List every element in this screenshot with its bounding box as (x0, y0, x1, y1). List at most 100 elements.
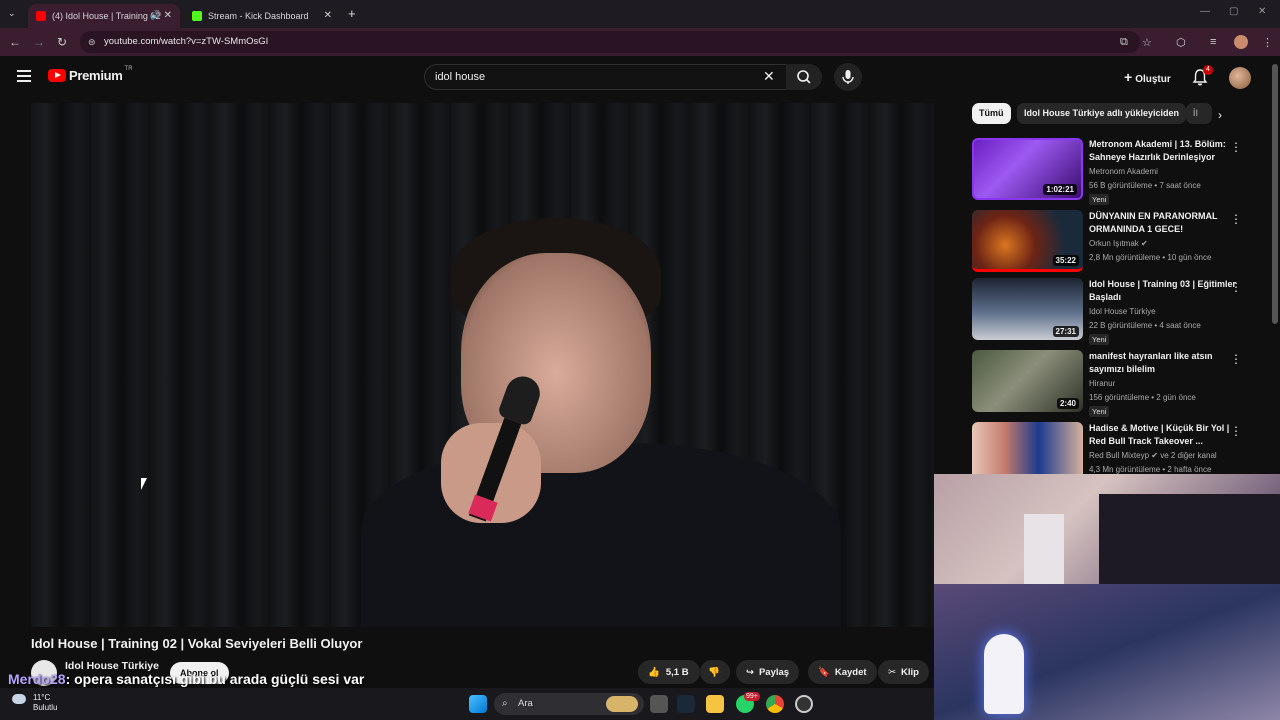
kick-favicon-icon (192, 11, 202, 21)
recommendation-channel[interactable]: Red Bull Mixteyp ✔ ve 2 diğer kanal (1089, 451, 1217, 460)
video-thumbnail[interactable]: 35:22 (972, 210, 1083, 272)
search-input[interactable]: idol house (424, 64, 790, 90)
back-icon[interactable]: ← (9, 35, 21, 49)
duration-badge: 35:22 (1052, 255, 1079, 266)
recommendation-title[interactable]: Idol House | Training 03 | Eğitimler Baş… (1089, 278, 1239, 304)
voice-search-button[interactable] (834, 63, 862, 91)
close-tab-icon[interactable]: ✕ (324, 10, 332, 21)
chip-related[interactable]: İl (1186, 103, 1212, 124)
clear-search-icon[interactable]: ✕ (763, 68, 775, 85)
new-badge: Yeni (1089, 194, 1110, 205)
recommendation-item[interactable]: 27:31 Idol House | Training 03 | Eğitiml… (972, 278, 1262, 346)
reload-icon[interactable]: ↻ (57, 35, 67, 49)
obs-icon[interactable] (795, 695, 813, 713)
webcam-headboard (1099, 494, 1280, 584)
bookmark-star-icon[interactable]: ☆ (1142, 36, 1152, 49)
recommendation-meta: 56 B görüntüleme • 7 saat önce (1089, 181, 1201, 190)
browser-toolbar: ← → ↻ ⊜ youtube.com/watch?v=zTW-SMmOsGI … (0, 28, 1280, 56)
dislike-button[interactable]: 👎 (700, 660, 730, 684)
speaker-icon[interactable]: 🔊 (150, 10, 161, 21)
site-info-icon[interactable]: ⊜ (88, 31, 96, 53)
recommendation-title[interactable]: Hadise & Motive | Küçük Bir Yol | Red Bu… (1089, 422, 1239, 448)
minimize-icon[interactable]: — (1200, 6, 1210, 17)
weather-condition: Bulutlu (33, 703, 58, 712)
recommendation-title[interactable]: manifest hayranları like atsın sayımızı … (1089, 350, 1239, 376)
chevron-right-icon[interactable]: › (1218, 108, 1222, 122)
tab-youtube[interactable]: (4) Idol House | Training 02 🔊 ✕ (28, 4, 180, 28)
profile-avatar-icon[interactable] (1234, 35, 1248, 49)
tab-title: Stream - Kick Dashboard (208, 11, 309, 21)
maximize-icon[interactable]: ▢ (1229, 6, 1238, 17)
tab-kick[interactable]: Stream - Kick Dashboard ✕ (184, 4, 340, 28)
recommendation-item[interactable]: 1:02:21 Metronom Akademi | 13. Bölüm: Sa… (972, 138, 1262, 206)
more-options-icon[interactable]: ⋮ (1230, 140, 1242, 154)
search-value: idol house (435, 71, 486, 83)
share-label: Paylaş (758, 666, 790, 678)
extensions-icon[interactable]: ⬡ (1176, 36, 1186, 49)
more-options-icon[interactable]: ⋮ (1230, 212, 1242, 226)
youtube-play-icon (48, 69, 66, 82)
search-highlight-icon (606, 696, 638, 712)
new-tab-button[interactable]: + (348, 6, 356, 21)
recommendation-meta: 22 B görüntüleme • 4 saat önce (1089, 321, 1201, 330)
recommendation-channel[interactable]: Orkun Işıtmak ✔ (1089, 239, 1148, 248)
file-explorer-icon[interactable] (706, 695, 724, 713)
video-thumbnail[interactable]: 1:02:21 (972, 138, 1083, 200)
more-options-icon[interactable]: ⋮ (1230, 280, 1242, 294)
menu-kebab-icon[interactable]: ⋮ (1262, 36, 1273, 49)
task-view-icon[interactable] (650, 695, 668, 713)
video-thumbnail[interactable]: 2:40 (972, 350, 1083, 412)
url-text: youtube.com/watch?v=zTW-SMmOsGI (104, 36, 269, 47)
hamburger-menu-icon[interactable] (17, 70, 31, 82)
whatsapp-badge: 99+ (744, 692, 760, 701)
taskbar-search[interactable]: ⌕ Ara (494, 693, 644, 715)
chip-uploader[interactable]: Idol House Türkiye adlı yükleyiciden (1017, 103, 1187, 124)
cloud-icon (12, 694, 26, 704)
more-options-icon[interactable]: ⋮ (1230, 424, 1242, 438)
recommendation-item[interactable]: 2:40 manifest hayranları like atsın sayı… (972, 350, 1262, 418)
clip-button[interactable]: ✂ Klip (878, 660, 929, 684)
chip-all[interactable]: Tümü (972, 103, 1011, 124)
new-badge: Yeni (1089, 406, 1110, 417)
recommendation-channel[interactable]: Metronom Akademi (1089, 167, 1158, 176)
media-control-icon[interactable]: ≡ (1210, 36, 1216, 48)
close-tab-icon[interactable]: ✕ (164, 10, 172, 21)
duration-badge: 1:02:21 (1043, 184, 1077, 195)
recommendation-channel[interactable]: Hiranur (1089, 379, 1115, 388)
tab-search-icon[interactable]: ⌄ (8, 8, 16, 19)
search-button[interactable] (786, 64, 822, 90)
like-button[interactable]: 👍 5,1 B (638, 660, 700, 684)
chat-message: : opera sanatçısı gibi bu arada güçlü se… (65, 671, 365, 687)
page-scrollbar[interactable] (1272, 64, 1278, 324)
video-player[interactable] (31, 103, 934, 627)
windows-start-icon[interactable] (469, 695, 487, 713)
forward-icon[interactable]: → (33, 35, 45, 49)
share-button[interactable]: ↪ Paylaş (736, 660, 800, 684)
create-label: Oluştur (1135, 74, 1171, 85)
address-bar[interactable]: ⊜ youtube.com/watch?v=zTW-SMmOsGI (80, 31, 1140, 53)
recommendation-title[interactable]: DÜNYANIN EN PARANORMAL ORMANINDA 1 GECE! (1089, 210, 1239, 236)
mouse-cursor-icon (141, 478, 147, 490)
chrome-icon[interactable] (766, 695, 784, 713)
recommendation-title[interactable]: Metronom Akademi | 13. Bölüm: Sahneye Ha… (1089, 138, 1239, 164)
save-label: Kaydet (834, 666, 867, 678)
bookmark-icon: 🔖 (818, 666, 830, 678)
channel-name-text: Red Bull Mixteyp (1089, 451, 1150, 460)
plus-icon: + (1124, 69, 1133, 85)
account-avatar[interactable] (1229, 67, 1251, 89)
recommendation-item[interactable]: 35:22 DÜNYANIN EN PARANORMAL ORMANINDA 1… (972, 210, 1262, 278)
create-button[interactable]: + Oluştur (1116, 64, 1179, 90)
close-window-icon[interactable]: ✕ (1258, 6, 1266, 17)
thumbs-up-icon: 👍 (648, 666, 660, 678)
cast-icon[interactable]: ⧉ (1120, 36, 1128, 49)
youtube-premium-logo[interactable]: Premium TR (48, 66, 133, 83)
save-button[interactable]: 🔖 Kaydet (808, 660, 877, 684)
scissors-icon: ✂ (888, 666, 896, 678)
weather-widget[interactable]: 11°C Bulutlu (33, 693, 57, 713)
video-thumbnail[interactable]: 27:31 (972, 278, 1083, 340)
chat-username: Merdo28 (8, 671, 66, 687)
steam-icon[interactable] (677, 695, 695, 713)
webcam-overlay (934, 474, 1280, 720)
more-options-icon[interactable]: ⋮ (1230, 352, 1242, 366)
recommendation-channel[interactable]: Idol House Türkiye (1089, 307, 1156, 316)
